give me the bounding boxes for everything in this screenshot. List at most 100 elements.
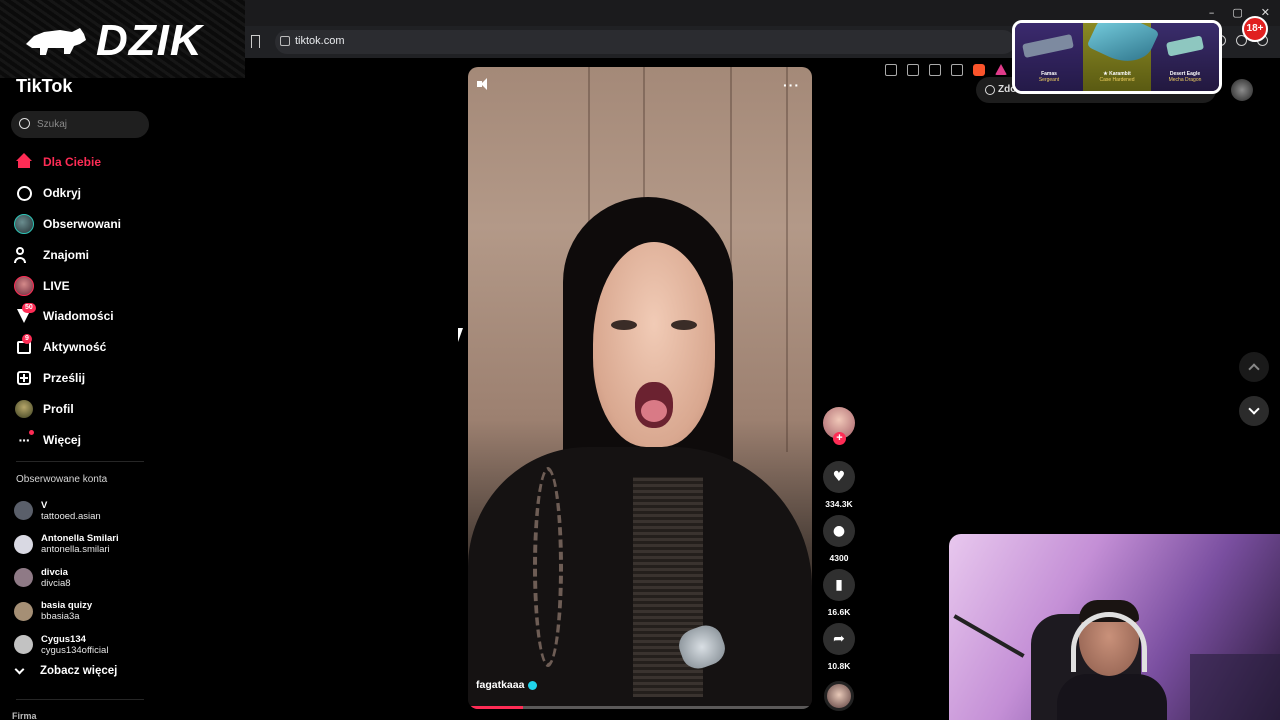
chevron-up-icon bbox=[1248, 363, 1260, 375]
minimize-button[interactable]: – bbox=[1209, 6, 1215, 19]
nav-label: Odkryj bbox=[43, 186, 82, 201]
avatar bbox=[14, 501, 33, 521]
brave-rewards-icon[interactable] bbox=[995, 64, 1007, 75]
account-name: basia quizy bbox=[41, 600, 93, 612]
follow-plus-icon[interactable]: + bbox=[833, 432, 846, 445]
comment-button[interactable]: ● bbox=[823, 515, 855, 547]
ad-item-sub: Mecha Dragon bbox=[1168, 77, 1202, 83]
tiktok-logo[interactable]: TikTok bbox=[16, 76, 72, 97]
url-text[interactable]: tiktok.com bbox=[295, 35, 345, 47]
account-item[interactable]: Antonella Smilari antonella.smilari bbox=[14, 528, 164, 562]
nav-item-more[interactable]: ··· Więcej bbox=[14, 424, 154, 455]
followed-accounts-title: Obserwowane konta bbox=[16, 474, 108, 485]
avatar bbox=[14, 601, 33, 621]
volume-icon[interactable] bbox=[477, 78, 491, 90]
close-button[interactable]: ✕ bbox=[1261, 6, 1270, 19]
account-handle: tattooed.asian bbox=[41, 510, 101, 522]
heart-icon: ♥ bbox=[832, 469, 846, 485]
see-more-button[interactable]: Zobacz więcej bbox=[14, 664, 118, 677]
maximize-button[interactable]: ▢ bbox=[1232, 6, 1242, 19]
ad-item-sub: Case Hardened bbox=[1099, 77, 1135, 83]
save-button[interactable]: ▮ bbox=[823, 569, 855, 601]
brave-shields-icon[interactable] bbox=[973, 64, 985, 76]
share-count: 10.8K bbox=[827, 661, 851, 671]
avatar bbox=[14, 534, 33, 554]
streamer-webcam bbox=[949, 534, 1280, 720]
like-button[interactable]: ♥ bbox=[823, 461, 855, 493]
video-author[interactable]: fagatkaaa bbox=[476, 679, 538, 691]
nav-item-activity[interactable]: 9 Aktywność bbox=[14, 332, 154, 363]
followed-accounts-list: Vtattooed.asian Antonella Smilari antonel… bbox=[14, 494, 164, 662]
avatar bbox=[14, 568, 33, 588]
rifle-icon bbox=[1022, 33, 1074, 59]
search-box[interactable] bbox=[11, 111, 149, 138]
next-video-button[interactable] bbox=[1239, 396, 1269, 426]
tracking-icon[interactable] bbox=[885, 64, 897, 76]
nav-item-profile[interactable]: Profil bbox=[14, 393, 154, 424]
creator-avatar[interactable]: + bbox=[823, 407, 855, 445]
address-bar-actions bbox=[885, 64, 1007, 76]
age-badge: 18+ bbox=[1242, 16, 1268, 42]
user-avatar[interactable] bbox=[1231, 79, 1253, 101]
eye bbox=[671, 320, 697, 330]
account-handle: bbasia3a bbox=[41, 611, 80, 623]
nav-label: Prześlij bbox=[43, 370, 86, 385]
video-more-icon[interactable]: ··· bbox=[783, 77, 800, 93]
nav-item-explore[interactable]: Odkryj bbox=[14, 178, 154, 209]
verified-icon bbox=[528, 680, 538, 690]
translate-icon[interactable] bbox=[929, 64, 941, 76]
chevron-down-icon bbox=[14, 664, 25, 674]
account-item[interactable]: divcia divcia8 bbox=[14, 561, 164, 595]
account-item[interactable]: Cygus134 cygus134official bbox=[14, 628, 164, 662]
more-icon: ··· bbox=[14, 429, 34, 450]
music-disc-icon[interactable] bbox=[824, 681, 854, 711]
address-bar[interactable]: tiktok.com bbox=[275, 30, 1015, 76]
background-shelf bbox=[1190, 654, 1280, 720]
account-item[interactable]: basia quizy bbasia3a bbox=[14, 595, 164, 629]
logo-text: DZIK bbox=[96, 16, 203, 65]
author-name[interactable]: fagatkaaa bbox=[476, 679, 524, 691]
share-icon[interactable] bbox=[951, 64, 963, 76]
nav-item-friends[interactable]: Znajomi bbox=[14, 239, 154, 270]
account-handle: cygus134official bbox=[41, 644, 109, 656]
divider bbox=[16, 461, 144, 462]
profile-icon bbox=[14, 399, 34, 419]
account-name: Cygus134 bbox=[41, 633, 86, 645]
nav-item-for-you[interactable]: Dla Ciebie bbox=[14, 147, 154, 178]
video-subject-face bbox=[593, 242, 715, 447]
video-progress-bar[interactable] bbox=[468, 706, 812, 709]
account-name: V bbox=[41, 499, 48, 511]
nav-item-following[interactable]: Obserwowani bbox=[14, 209, 154, 240]
site-info-icon[interactable] bbox=[280, 36, 290, 46]
notification-dot bbox=[29, 429, 34, 435]
divider bbox=[16, 699, 144, 700]
bookmark-icon[interactable] bbox=[251, 35, 260, 48]
see-more-label: Zobacz więcej bbox=[40, 665, 118, 677]
nav-item-live[interactable]: LIVE bbox=[14, 270, 154, 301]
nav-item-upload[interactable]: Prześlij bbox=[14, 363, 154, 394]
search-input[interactable] bbox=[37, 116, 142, 133]
previous-video-button[interactable] bbox=[1239, 352, 1269, 382]
cast-icon[interactable] bbox=[907, 64, 919, 76]
stream-logo-overlay: DZIK bbox=[0, 0, 245, 78]
nav-label: Profil bbox=[43, 401, 74, 416]
account-name: Antonella Smilari bbox=[41, 533, 119, 545]
avatar bbox=[14, 635, 33, 655]
mic-arm bbox=[953, 614, 1025, 658]
footer-section-title: Firma bbox=[12, 711, 37, 720]
share-arrow-icon: ➦ bbox=[833, 631, 845, 647]
account-item[interactable]: Vtattooed.asian bbox=[14, 494, 164, 528]
upload-icon bbox=[14, 368, 34, 388]
comment-icon: ● bbox=[832, 523, 846, 539]
account-handle: antonella.smilari bbox=[41, 544, 110, 556]
nav-item-messages[interactable]: 50 Wiadomości bbox=[14, 301, 154, 332]
video-actions: + ♥ 334.3K ● 4300 ▮ 16.6K ➦ 10.8K bbox=[822, 407, 856, 711]
ad-item-sub: Sergeant bbox=[1038, 77, 1060, 83]
compass-icon bbox=[14, 183, 34, 203]
like-count: 334.3K bbox=[825, 499, 853, 509]
nav-label: Dla Ciebie bbox=[43, 155, 102, 170]
home-icon bbox=[14, 152, 34, 172]
video-player[interactable]: ··· fagatkaaa bbox=[468, 67, 812, 709]
share-button[interactable]: ➦ bbox=[823, 623, 855, 655]
live-icon bbox=[14, 275, 34, 296]
